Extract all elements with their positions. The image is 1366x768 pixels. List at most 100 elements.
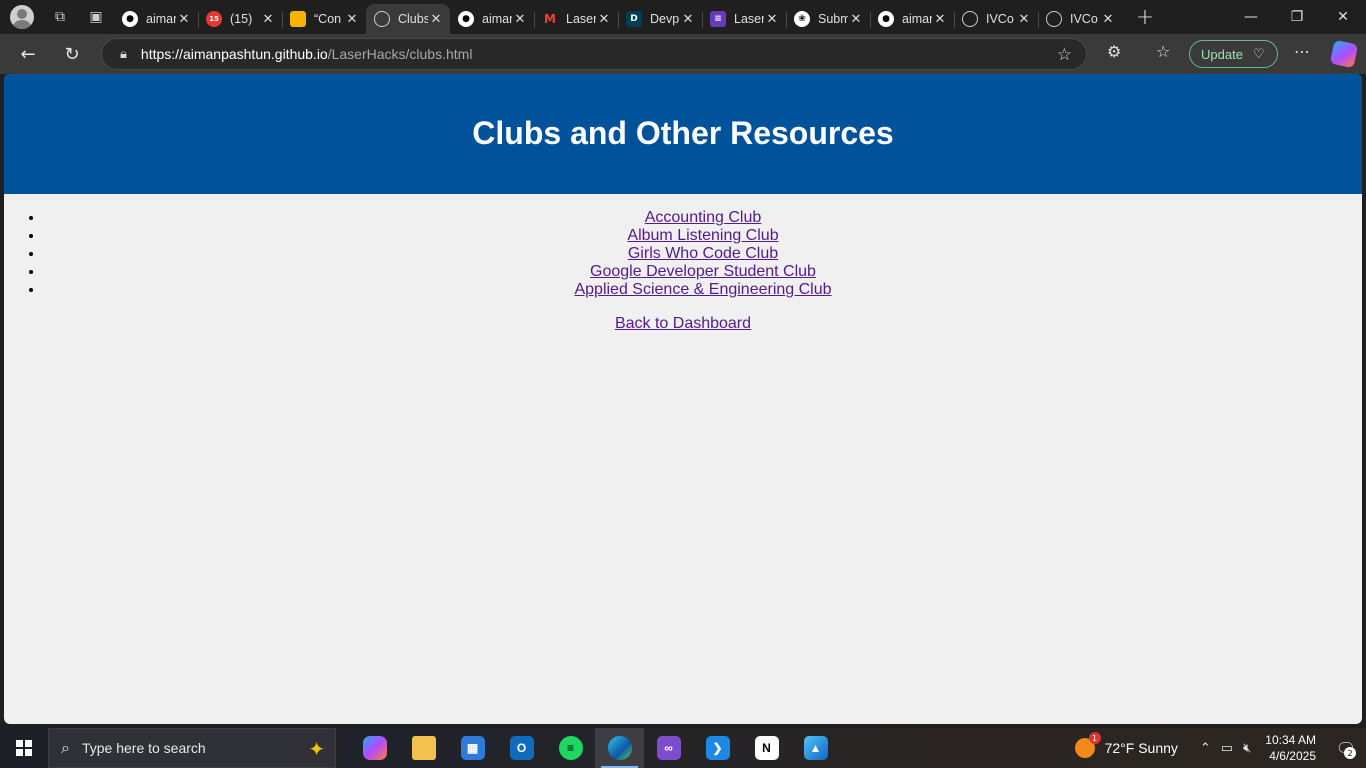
- page-viewport: Clubs and Other Resources Accounting Clu…: [4, 74, 1362, 724]
- close-icon[interactable]: ✕: [512, 12, 528, 27]
- tab-github-3[interactable]: ● aiman ✕: [870, 4, 954, 34]
- devpost-icon: D: [626, 11, 642, 27]
- gmail-icon: M: [544, 12, 556, 26]
- tab-title: “Con: [314, 12, 342, 26]
- club-link-album-listening[interactable]: Album Listening Club: [627, 227, 778, 244]
- chevron-up-icon[interactable]: ⌃: [1200, 741, 1211, 756]
- list-item: Girls Who Code Club: [44, 245, 1362, 263]
- close-icon[interactable]: ✕: [848, 12, 864, 27]
- close-icon[interactable]: ✕: [260, 12, 276, 27]
- taskbar-apps: ▦ O ≡ ∞ ❯ N ▲: [350, 728, 840, 768]
- taskbar-notion[interactable]: N: [742, 728, 791, 768]
- favorite-star-icon[interactable]: ☆: [1057, 45, 1072, 65]
- favorites-icon[interactable]: ☆: [1156, 42, 1170, 61]
- copilot-icon[interactable]: [1329, 39, 1359, 69]
- vertical-tabs-icon[interactable]: ▣: [82, 3, 110, 31]
- globe-icon: [1046, 11, 1062, 27]
- openai-icon: ❀: [794, 11, 810, 27]
- close-icon[interactable]: ✕: [680, 12, 696, 27]
- lock-icon[interactable]: 🔒︎: [120, 47, 127, 62]
- start-button[interactable]: [0, 728, 48, 768]
- close-icon[interactable]: ✕: [764, 12, 780, 27]
- update-button[interactable]: Update ♡: [1189, 40, 1278, 68]
- tab-ivco-1[interactable]: IVCo ✕: [954, 4, 1038, 34]
- search-placeholder: Type here to search: [81, 740, 206, 756]
- back-arrow-icon[interactable]: ←: [12, 38, 44, 70]
- tab-slides[interactable]: “Con ✕: [282, 4, 366, 34]
- close-icon[interactable]: ✕: [1100, 12, 1116, 27]
- tab-strip: ⧉ ▣ ● aiman ✕ 15 (15) ✕ “Con ✕ Clubs ✕ ●…: [0, 0, 1366, 34]
- tab-title: Devp: [650, 12, 680, 26]
- notification-center-icon[interactable]: 🗨︎2: [1326, 728, 1366, 768]
- close-icon[interactable]: ✕: [344, 12, 360, 27]
- file-explorer-icon: [411, 736, 436, 760]
- back-to-dashboard-link[interactable]: Back to Dashboard: [615, 315, 751, 332]
- taskbar-search[interactable]: ⌕ Type here to search ✦: [48, 728, 336, 768]
- close-window-icon[interactable]: ✕: [1320, 0, 1366, 34]
- browser-toolbar: ← ↻ 🔒︎ https://aimanpashtun.github.io/La…: [0, 34, 1366, 74]
- taskbar-visual-studio[interactable]: ∞: [644, 728, 693, 768]
- github-icon: ●: [878, 11, 894, 27]
- update-label: Update: [1201, 46, 1243, 62]
- close-icon[interactable]: ✕: [932, 12, 948, 27]
- tab-ivco-2[interactable]: IVCo ✕: [1038, 4, 1122, 34]
- battery-icon[interactable]: ▭: [1221, 741, 1233, 756]
- spotify-icon: ≡: [558, 736, 583, 760]
- url-text[interactable]: https://aimanpashtun.github.io/LaserHack…: [141, 46, 473, 62]
- globe-icon: [374, 11, 390, 27]
- restore-icon[interactable]: ❐: [1274, 0, 1320, 34]
- tab-clubs[interactable]: Clubs ✕: [366, 4, 450, 34]
- taskbar-file-explorer[interactable]: [399, 728, 448, 768]
- tab-github-1[interactable]: ● aiman ✕: [114, 4, 198, 34]
- window-controls: — ❐ ✕: [1228, 0, 1366, 34]
- club-link-applied-science[interactable]: Applied Science & Engineering Club: [574, 281, 831, 298]
- taskbar-outlook[interactable]: O: [497, 728, 546, 768]
- tab-submit[interactable]: ❀ Subm ✕: [786, 4, 870, 34]
- tab-title: Laser: [566, 12, 596, 26]
- list-item: Applied Science & Engineering Club: [44, 281, 1362, 299]
- slides-icon: [290, 11, 306, 27]
- minimize-icon[interactable]: —: [1228, 0, 1274, 34]
- close-icon[interactable]: ✕: [176, 12, 192, 27]
- close-icon[interactable]: ✕: [596, 12, 612, 27]
- taskbar-edge[interactable]: [595, 728, 644, 768]
- tab-title: Clubs: [398, 12, 428, 26]
- taskbar-spotify[interactable]: ≡: [546, 728, 595, 768]
- speaker-muted-icon[interactable]: 🔇︎: [1243, 741, 1251, 756]
- taskbar-store[interactable]: ▦: [448, 728, 497, 768]
- clock-date: 4/6/2025: [1269, 749, 1316, 763]
- extensions-icon[interactable]: ⚙: [1107, 42, 1121, 61]
- profile-avatar[interactable]: [10, 5, 34, 29]
- close-icon[interactable]: ✕: [428, 12, 444, 27]
- heartbeat-icon: ♡: [1252, 46, 1265, 61]
- forms-icon: ≡: [710, 11, 726, 27]
- clock-time: 10:34 AM: [1265, 733, 1316, 747]
- windows-icon: [16, 740, 32, 756]
- club-link-girls-who-code[interactable]: Girls Who Code Club: [628, 245, 778, 262]
- tab-github-2[interactable]: ● aiman ✕: [450, 4, 534, 34]
- club-link-google-developer[interactable]: Google Developer Student Club: [590, 263, 816, 280]
- address-bar[interactable]: 🔒︎ https://aimanpashtun.github.io/LaserH…: [101, 38, 1087, 70]
- list-item: Google Developer Student Club: [44, 263, 1362, 281]
- page-header: Clubs and Other Resources: [4, 74, 1362, 194]
- tab-forms[interactable]: ≡ Laser ✕: [702, 4, 786, 34]
- taskbar-photos[interactable]: ▲: [791, 728, 840, 768]
- tab-title: (15): [230, 12, 253, 26]
- taskbar-copilot[interactable]: [350, 728, 399, 768]
- more-menu-icon[interactable]: ⋯: [1294, 42, 1310, 61]
- tab-title: aiman: [902, 12, 932, 26]
- taskbar: ⌕ Type here to search ✦ ▦ O ≡ ∞ ❯ N ▲ 1 …: [0, 728, 1366, 768]
- close-icon[interactable]: ✕: [1016, 12, 1032, 27]
- workspaces-icon[interactable]: ⧉: [46, 3, 74, 31]
- club-link-accounting[interactable]: Accounting Club: [645, 209, 762, 226]
- new-tab-button[interactable]: +: [1130, 2, 1160, 32]
- tab-gmail[interactable]: M Laser ✕: [534, 4, 618, 34]
- clock[interactable]: 10:34 AM 4/6/2025: [1265, 732, 1316, 764]
- tab-notifications[interactable]: 15 (15) ✕: [198, 4, 282, 34]
- tab-devpost[interactable]: D Devp ✕: [618, 4, 702, 34]
- taskbar-vscode[interactable]: ❯: [693, 728, 742, 768]
- weather-text[interactable]: 72°F Sunny: [1105, 740, 1178, 756]
- weather-sun-icon[interactable]: 1: [1074, 732, 1101, 758]
- refresh-icon[interactable]: ↻: [56, 38, 88, 70]
- github-icon: ●: [458, 11, 474, 27]
